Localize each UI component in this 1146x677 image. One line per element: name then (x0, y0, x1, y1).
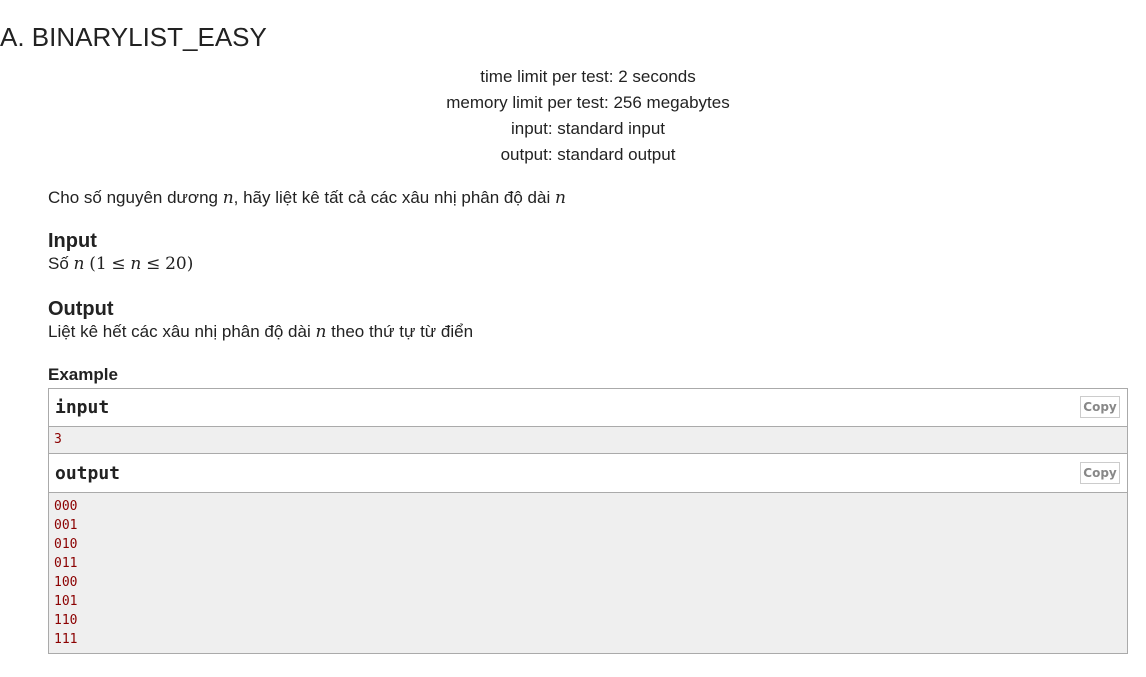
statement-var-n-2: n (554, 188, 566, 208)
statement-text-2: , hãy liệt kê tất cả các xâu nhị phân độ… (233, 188, 555, 207)
output-line: 100 (54, 575, 78, 590)
output-line: 010 (54, 537, 78, 552)
output-line: 011 (54, 556, 78, 571)
output-line: 110 (54, 613, 78, 628)
output-file: output: standard output (500, 145, 676, 164)
constraint-leq-1: ≤ (111, 254, 126, 274)
constraint-var-n: n (130, 254, 142, 274)
output-text-suffix: theo thứ tự từ điển (326, 322, 474, 341)
output-var-n: n (315, 322, 327, 342)
example-title: Example (48, 365, 118, 384)
constraint-open: ( (89, 254, 96, 274)
example-output-label: output (55, 463, 121, 484)
constraint-high: 20 (165, 254, 187, 274)
copy-input-button[interactable]: Copy (1080, 396, 1120, 418)
example-output-content[interactable]: 000 001 010 011 100 101 110 111 (49, 493, 1127, 653)
example-box: input Copy 3 output Copy 000 001 010 011 100… (48, 388, 1128, 654)
memory-limit: memory limit per test: 256 megabytes (446, 93, 730, 112)
output-lines: 000 001 010 011 100 101 110 111 (49, 497, 1127, 649)
example-input-content[interactable]: 3 (49, 427, 1127, 454)
problem-statement: Cho số nguyên dương n, hãy liệt kê tất c… (48, 187, 566, 209)
output-line: 000 (54, 499, 78, 514)
input-lines: 3 (49, 430, 1127, 449)
input-text-prefix: Số (48, 254, 74, 273)
constraint-leq-2: ≤ (146, 254, 161, 274)
output-text-prefix: Liệt kê hết các xâu nhị phân độ dài (48, 322, 316, 341)
example-output-header: output Copy (49, 455, 1127, 493)
example-input-label: input (55, 397, 110, 418)
constraint-close: ) (186, 254, 194, 274)
copy-output-button[interactable]: Copy (1080, 462, 1120, 484)
time-limit: time limit per test: 2 seconds (480, 67, 696, 86)
statement-text-1: Cho số nguyên dương (48, 188, 223, 207)
output-line: 101 (54, 594, 78, 609)
input-section-text: Số n (1 ≤ n ≤ 20) (48, 253, 193, 275)
input-var-n: n (73, 254, 85, 274)
input-line: 3 (54, 432, 62, 447)
problem-title: A. BINARYLIST_EASY (0, 22, 267, 52)
output-line: 001 (54, 518, 78, 533)
input-section-title: Input (48, 230, 97, 252)
statement-var-n: n (222, 188, 234, 208)
output-line: 111 (54, 632, 78, 647)
output-section-text: Liệt kê hết các xâu nhị phân độ dài n th… (48, 321, 473, 343)
input-file: input: standard input (510, 119, 666, 138)
constraint-low: 1 (95, 254, 107, 274)
output-section-title: Output (48, 298, 114, 320)
example-input-header: input Copy (49, 389, 1127, 427)
